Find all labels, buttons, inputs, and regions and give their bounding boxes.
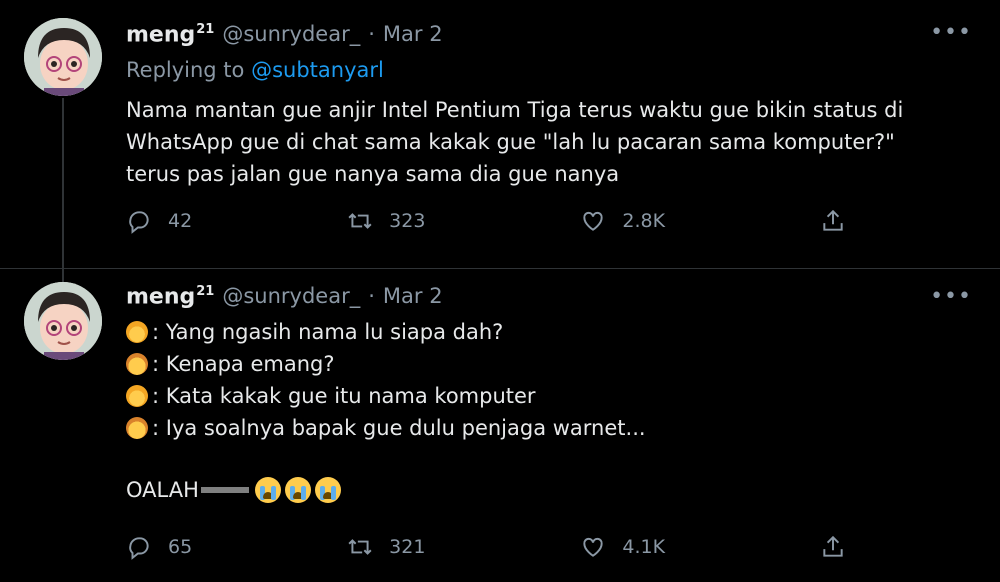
text-line: Nama mantan gue anjir Intel Pentium Tiga…: [126, 98, 904, 122]
share-icon: [823, 535, 843, 557]
girl-emoji-icon: [126, 321, 148, 343]
crying-face-icon: [314, 477, 341, 503]
replying-prefix: Replying to: [126, 58, 245, 82]
mention-link[interactable]: @subtanyarl: [251, 58, 384, 82]
share-button[interactable]: [820, 208, 846, 234]
avatar[interactable]: [24, 282, 102, 360]
like-button[interactable]: 2.8K: [580, 208, 665, 234]
display-name[interactable]: meng21: [126, 284, 214, 309]
retweet-count: 321: [389, 536, 426, 558]
dialogue-line: : Iya soalnya bapak gue dulu penjaga war…: [126, 412, 956, 444]
retweet-button[interactable]: 321: [347, 534, 425, 560]
like-count: 4.1K: [622, 536, 666, 558]
girl-emoji-icon: [126, 385, 148, 407]
boy-emoji-icon: [126, 417, 148, 439]
tweet-actions: 65 321 4.1K: [126, 534, 846, 560]
tweet-text: Nama mantan gue anjir Intel Pentium Tiga…: [126, 94, 956, 190]
user-handle[interactable]: @sunrydear_: [222, 22, 360, 46]
avatar[interactable]: [24, 18, 102, 96]
reply-icon: [129, 537, 149, 560]
boy-emoji-icon: [126, 353, 148, 375]
tweet-actions: 42 323 2.8K: [126, 208, 846, 234]
more-icon[interactable]: •••: [930, 20, 972, 45]
reply-button[interactable]: 42: [126, 208, 192, 234]
text-line: terus pas jalan gue nanya sama dia gue n…: [126, 162, 620, 186]
tweet-2[interactable]: meng21 @sunrydear_ · Mar 2 ••• : Yang ng…: [0, 270, 1000, 582]
tweet-date[interactable]: Mar 2: [383, 22, 443, 46]
closing-text: OALAH: [126, 478, 199, 502]
tweet-1[interactable]: meng21 @sunrydear_ · Mar 2 ••• Replying …: [0, 0, 1000, 290]
like-count: 2.8K: [622, 210, 666, 232]
user-handle[interactable]: @sunrydear_: [222, 284, 360, 308]
separator-dot: ·: [368, 284, 375, 309]
display-name[interactable]: meng21: [126, 22, 214, 47]
tweet-text: : Yang ngasih nama lu siapa dah? : Kenap…: [126, 316, 956, 506]
more-icon[interactable]: •••: [930, 284, 972, 309]
reply-count: 65: [168, 536, 193, 558]
divider: [0, 268, 1000, 269]
reply-icon: [129, 211, 149, 234]
share-icon: [823, 209, 843, 231]
dialogue-line: : Yang ngasih nama lu siapa dah?: [126, 316, 956, 348]
dialogue-line: : Kata kakak gue itu nama komputer: [126, 380, 956, 412]
like-icon: [583, 537, 604, 557]
censored-word: [200, 487, 249, 493]
tweet-header: meng21 @sunrydear_ · Mar 2: [126, 284, 443, 309]
reply-count: 42: [168, 210, 193, 232]
like-button[interactable]: 4.1K: [580, 534, 665, 560]
closing-line: OALAH: [126, 474, 956, 506]
crying-face-icon: [284, 477, 311, 503]
like-icon: [583, 211, 604, 231]
tweet-date[interactable]: Mar 2: [383, 284, 443, 308]
share-button[interactable]: [820, 534, 846, 560]
tweet-header: meng21 @sunrydear_ · Mar 2: [126, 22, 443, 47]
retweet-count: 323: [389, 210, 426, 232]
crying-face-icon: [254, 477, 281, 503]
text-line: WhatsApp gue di chat sama kakak gue "lah…: [126, 130, 895, 154]
reply-button[interactable]: 65: [126, 534, 192, 560]
retweet-button[interactable]: 323: [347, 208, 425, 234]
retweet-icon: [348, 213, 372, 229]
retweet-icon: [348, 539, 372, 555]
dialogue-line: : Kenapa emang?: [126, 348, 956, 380]
replying-to: Replying to @subtanyarl: [126, 58, 384, 82]
separator-dot: ·: [368, 22, 375, 47]
